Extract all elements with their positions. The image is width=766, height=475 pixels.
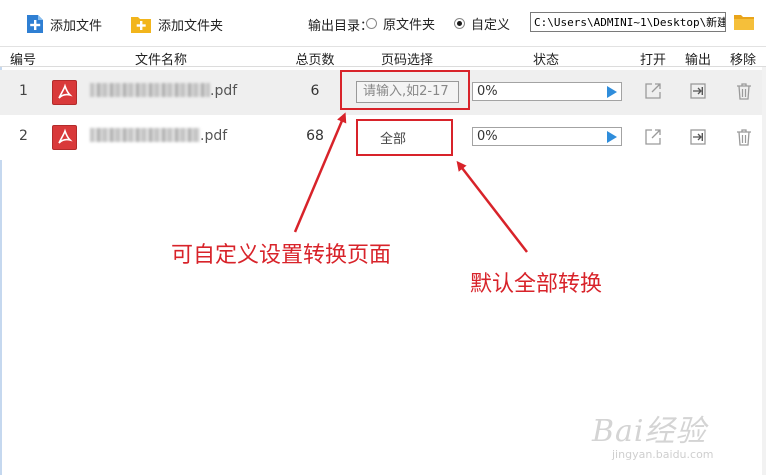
annotation-custom-pages: 可自定义设置转换页面 <box>171 243 392 268</box>
watermark: Bai经验 jingyan.baidu.com <box>592 400 762 470</box>
annotation-default-all: 默认全部转换 <box>470 272 603 297</box>
arrow-to-page-input <box>293 112 347 233</box>
watermark-logo: Bai经验 <box>592 414 707 449</box>
watermark-url: jingyan.baidu.com <box>612 448 714 461</box>
arrow-to-page-all <box>456 160 528 253</box>
